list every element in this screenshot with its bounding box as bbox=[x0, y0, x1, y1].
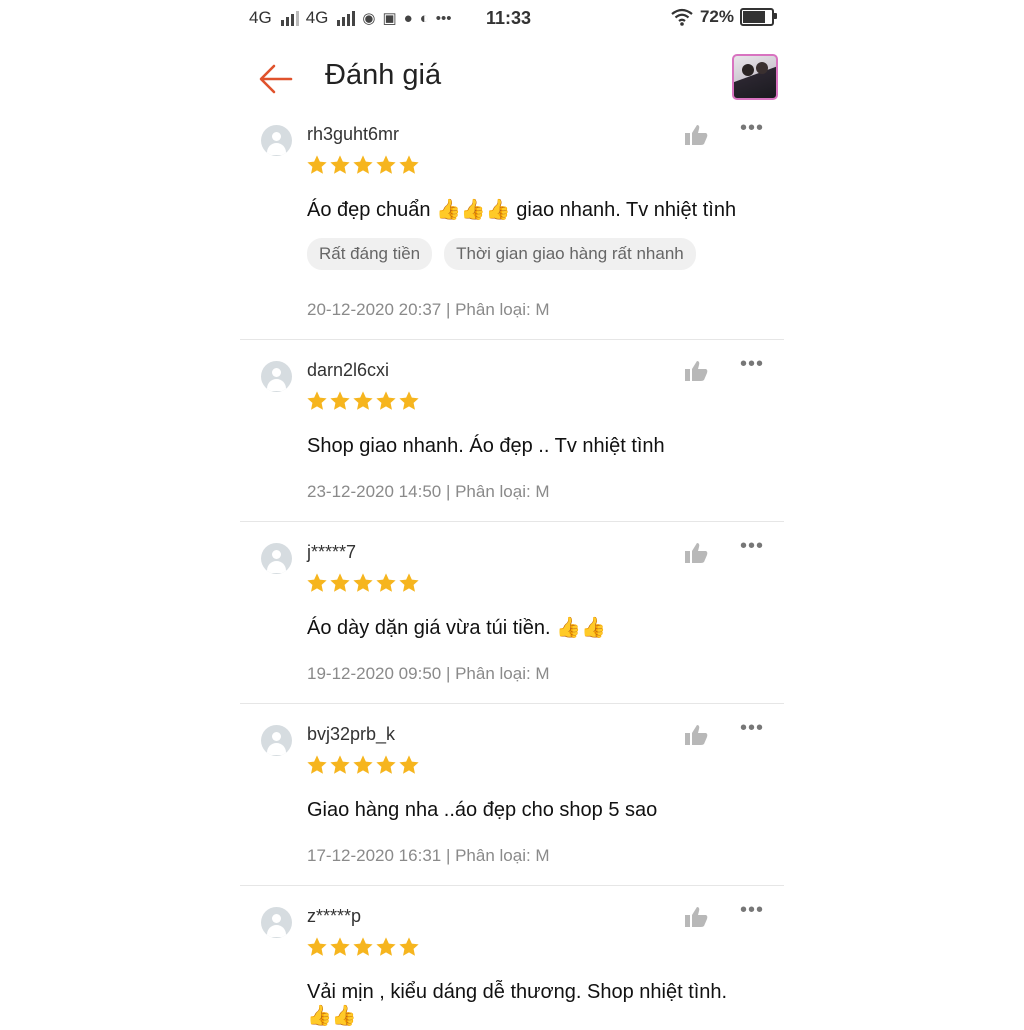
arrow-left-icon[interactable] bbox=[258, 61, 294, 97]
status-bar: 4G 4G ◉ ▣ ● ◐ ••• 11:33 72% bbox=[240, 0, 784, 38]
star-icon bbox=[330, 573, 350, 592]
review-text: Áo đẹp chuẩn 👍👍👍 giao nhanh. Tv nhiệt tì… bbox=[307, 196, 736, 224]
avatar[interactable] bbox=[261, 907, 292, 938]
review-username: darn2l6cxi bbox=[307, 360, 390, 380]
star-icon bbox=[330, 155, 350, 174]
star-icon bbox=[307, 755, 327, 774]
review-username: z*****p bbox=[307, 906, 362, 926]
more-options-icon[interactable]: ••• bbox=[740, 536, 768, 560]
star-icon bbox=[376, 755, 396, 774]
star-rating bbox=[306, 936, 420, 958]
thumbs-up-icon[interactable] bbox=[684, 124, 708, 146]
star-icon bbox=[307, 391, 327, 410]
network-label-2: 4G bbox=[305, 8, 329, 27]
app-header: Đánh giá bbox=[240, 40, 784, 116]
review-text-part: Áo dày dặn giá vừa túi tiền. bbox=[307, 617, 551, 639]
star-icon bbox=[330, 937, 350, 956]
review-item: z*****p ••• Vải mịn , kiểu dáng dễ thươn… bbox=[240, 898, 784, 1027]
star-icon bbox=[376, 391, 396, 410]
review-username: bvj32prb_k bbox=[307, 724, 396, 744]
review-tag: Rất đáng tiền bbox=[307, 238, 433, 270]
star-icon bbox=[353, 391, 373, 410]
avatar[interactable] bbox=[261, 125, 292, 156]
star-icon bbox=[307, 937, 327, 956]
review-item: j*****7 ••• Áo dày dặn giá vừa túi tiền.… bbox=[240, 534, 784, 704]
review-text-part: giao nhanh. Tv nhiệt tình bbox=[516, 199, 737, 221]
review-username: j*****7 bbox=[307, 542, 357, 562]
more-options-icon[interactable]: ••• bbox=[740, 900, 768, 924]
star-rating bbox=[306, 154, 420, 176]
more-notifications-icon: ••• bbox=[435, 9, 452, 27]
page-title: Đánh giá bbox=[325, 59, 442, 91]
clock: 11:33 bbox=[486, 8, 532, 28]
more-options-icon[interactable]: ••• bbox=[740, 118, 768, 142]
avatar[interactable] bbox=[261, 543, 292, 574]
review-meta: 20-12-2020 20:37 | Phân loại: M bbox=[307, 300, 550, 319]
review-text: Shop giao nhanh. Áo đẹp .. Tv nhiệt tình bbox=[307, 435, 665, 457]
star-icon bbox=[330, 391, 350, 410]
avatar[interactable] bbox=[261, 361, 292, 392]
edit-icon: ◐ bbox=[419, 9, 429, 27]
more-options-icon[interactable]: ••• bbox=[740, 354, 768, 378]
review-meta: 19-12-2020 09:50 | Phân loại: M bbox=[307, 664, 550, 683]
avatar[interactable] bbox=[261, 725, 292, 756]
star-icon bbox=[399, 155, 419, 174]
wifi-icon bbox=[671, 8, 693, 26]
review-text-emoji: 👍👍 bbox=[307, 1002, 357, 1030]
thumbs-up-icon[interactable] bbox=[684, 906, 708, 928]
review-item: bvj32prb_k ••• Giao hàng nha ..áo đẹp ch… bbox=[240, 716, 784, 886]
chrome-icon: ◉ bbox=[362, 10, 376, 27]
review-item: darn2l6cxi ••• Shop giao nhanh. Áo đẹp .… bbox=[240, 352, 784, 522]
star-icon bbox=[376, 937, 396, 956]
review-meta: 17-12-2020 16:31 | Phân loại: M bbox=[307, 846, 550, 865]
review-item: rh3guht6mr ••• Áo đẹp chuẩn 👍👍👍 giao nha… bbox=[240, 116, 784, 340]
star-icon bbox=[353, 937, 373, 956]
thumbs-up-icon[interactable] bbox=[684, 542, 708, 564]
app-icon: ▣ bbox=[382, 10, 397, 27]
star-icon bbox=[376, 155, 396, 174]
star-icon bbox=[353, 573, 373, 592]
signal-icon bbox=[337, 10, 356, 26]
star-icon bbox=[399, 755, 419, 774]
more-options-icon[interactable]: ••• bbox=[740, 718, 768, 742]
thumbs-up-emoji: 👍👍 bbox=[556, 617, 606, 639]
star-rating bbox=[306, 754, 420, 776]
star-icon bbox=[353, 155, 373, 174]
star-icon bbox=[399, 937, 419, 956]
review-username: rh3guht6mr bbox=[307, 124, 400, 144]
star-icon bbox=[330, 755, 350, 774]
signal-icon bbox=[280, 10, 299, 26]
thumbs-up-icon[interactable] bbox=[684, 360, 708, 382]
review-tag: Thời gian giao hàng rất nhanh bbox=[444, 238, 696, 270]
review-screen: 4G 4G ◉ ▣ ● ◐ ••• 11:33 72% Đánh giá rh3… bbox=[240, 0, 784, 1027]
review-text: Vải mịn , kiểu dáng dễ thương. Shop nhiệ… bbox=[307, 981, 728, 1003]
star-icon bbox=[376, 573, 396, 592]
product-thumbnail[interactable] bbox=[732, 54, 778, 100]
battery-percent: 72% bbox=[699, 7, 734, 26]
battery-icon bbox=[740, 8, 777, 26]
star-rating bbox=[306, 572, 420, 594]
star-icon bbox=[307, 573, 327, 592]
review-text: Giao hàng nha ..áo đẹp cho shop 5 sao bbox=[307, 799, 658, 821]
star-icon bbox=[353, 755, 373, 774]
thumbs-up-icon[interactable] bbox=[684, 724, 708, 746]
star-rating bbox=[306, 390, 420, 412]
star-icon bbox=[399, 391, 419, 410]
review-tags: Rất đáng tiền Thời gian giao hàng rất nh… bbox=[307, 238, 696, 270]
thumbs-up-emoji: 👍👍👍 bbox=[436, 199, 511, 221]
star-icon bbox=[307, 155, 327, 174]
message-icon: ● bbox=[403, 9, 413, 27]
review-text-part: Áo đẹp chuẩn bbox=[307, 199, 431, 221]
review-text: Áo dày dặn giá vừa túi tiền. 👍👍 bbox=[307, 614, 606, 642]
star-icon bbox=[399, 573, 419, 592]
network-label-1: 4G bbox=[249, 8, 272, 27]
review-meta: 23-12-2020 14:50 | Phân loại: M bbox=[307, 482, 550, 501]
